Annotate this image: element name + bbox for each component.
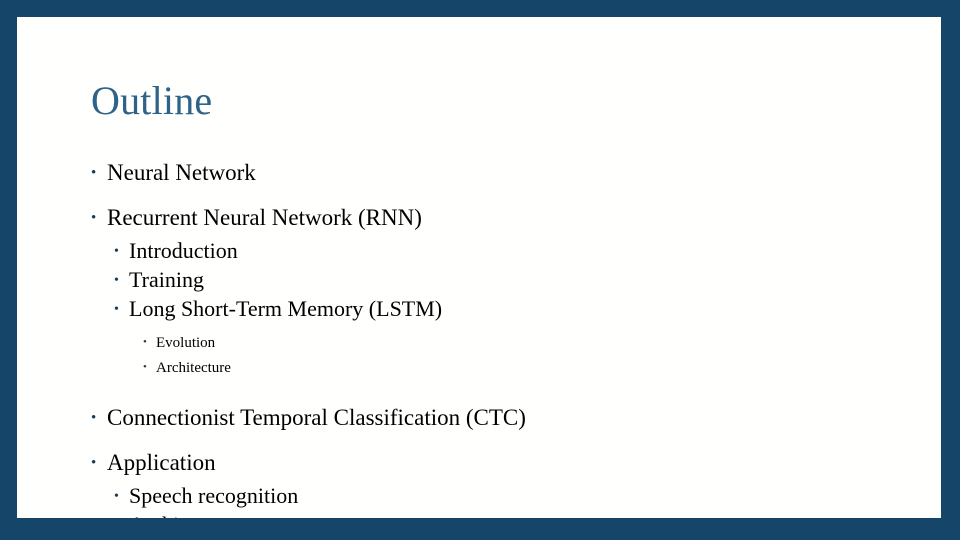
outline-item-level2[interactable]: • Speech recognition: [114, 483, 921, 512]
outline-item-level1[interactable]: • Application: [91, 446, 921, 483]
bullet-icon: •: [91, 210, 97, 226]
outline-item-level2[interactable]: • Introduction: [114, 238, 921, 267]
outline-item-level2[interactable]: • Long Short-Term Memory (LSTM): [114, 296, 921, 325]
outline-item-label: Training: [129, 267, 204, 292]
outline-item-level1[interactable]: • Neural Network: [91, 156, 921, 193]
outline-item-level3[interactable]: • Architecture: [143, 356, 921, 381]
outline-item-label: Evolution: [156, 335, 216, 351]
outline-item-label: Neural Network: [107, 160, 256, 185]
bullet-icon: •: [114, 489, 119, 504]
outline-spacer: [91, 438, 921, 446]
bullet-icon: •: [143, 361, 147, 373]
outline-list: • Neural Network • Recurrent Neural Netw…: [91, 156, 921, 518]
outline-item-label: Introduction: [129, 238, 238, 263]
outline-item-label: Recurrent Neural Network (RNN): [107, 205, 422, 230]
outline-item-label: Architecture: [156, 360, 231, 376]
outline-item-level1[interactable]: • Connectionist Temporal Classification …: [91, 401, 921, 438]
bullet-icon: •: [143, 336, 147, 348]
outline-item-level2[interactable]: • Architecture: [114, 512, 921, 518]
outline-item-level3[interactable]: • Evolution: [143, 331, 921, 356]
outline-item-label: Speech recognition: [129, 483, 299, 508]
slide-frame: Outline • Neural Network • Recurrent Neu…: [0, 0, 960, 540]
outline-item-label: Long Short-Term Memory (LSTM): [129, 296, 443, 321]
outline-item-level2[interactable]: • Training: [114, 267, 921, 296]
bullet-icon: •: [91, 455, 97, 471]
slide-canvas: Outline • Neural Network • Recurrent Neu…: [17, 17, 941, 518]
page-title: Outline: [91, 78, 213, 123]
outline-item-label: Connectionist Temporal Classification (C…: [107, 405, 526, 430]
outline-spacer: [91, 193, 921, 201]
bullet-icon: •: [91, 410, 97, 426]
bullet-icon: •: [114, 513, 129, 518]
bullet-icon: •: [114, 273, 119, 288]
bullet-icon: •: [114, 244, 119, 259]
bullet-icon: •: [91, 165, 97, 181]
outline-item-label: Application: [107, 450, 216, 475]
outline-item-label: Architecture: [129, 512, 239, 518]
bullet-icon: •: [114, 302, 119, 317]
outline-item-level1[interactable]: • Recurrent Neural Network (RNN): [91, 201, 921, 238]
outline-spacer: [91, 381, 921, 401]
